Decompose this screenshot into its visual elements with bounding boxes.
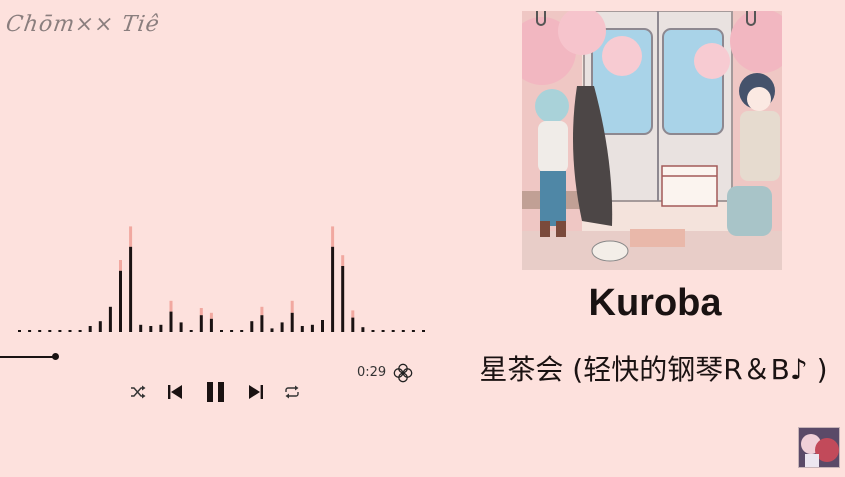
visualizer-peak <box>169 300 173 312</box>
thumbnail-image[interactable] <box>798 427 840 468</box>
visualizer-bar <box>391 330 395 332</box>
visualizer-bar <box>422 330 425 332</box>
visualizer-bar <box>108 306 112 332</box>
visualizer-bar <box>199 315 203 332</box>
visualizer-peak <box>351 310 355 318</box>
audio-visualizer <box>18 226 425 332</box>
visualizer-bar <box>98 321 102 332</box>
album-art <box>522 11 782 270</box>
visualizer-bar <box>331 246 335 332</box>
visualizer-bar <box>361 327 365 332</box>
visualizer-bar <box>129 246 133 332</box>
visualizer-bar <box>220 330 223 332</box>
visualizer-bar <box>58 330 62 332</box>
visualizer-bar <box>321 320 324 332</box>
playback-controls <box>128 380 308 404</box>
visualizer-bar <box>290 312 294 332</box>
visualizer-bar <box>411 330 415 332</box>
visualizer-peak <box>199 308 203 316</box>
visualizer-bar <box>351 317 355 332</box>
track-title: Kuroba <box>588 282 722 324</box>
visualizer-bar <box>371 330 375 332</box>
visualizer-bar <box>139 324 143 332</box>
visualizer-peak <box>341 255 345 266</box>
visualizer-bar <box>250 321 254 332</box>
repeat-icon[interactable] <box>284 385 300 399</box>
visualizer-peak <box>260 306 264 316</box>
visualizer-bar <box>119 270 122 332</box>
visualizer-peak <box>129 226 133 247</box>
visualizer-bar <box>159 324 163 332</box>
visualizer-bar <box>310 324 314 332</box>
visualizer-bar <box>28 330 32 332</box>
visualizer-peak <box>209 312 213 319</box>
pause-icon[interactable] <box>205 380 227 404</box>
visualizer-peak <box>290 300 294 313</box>
skip-next-icon[interactable] <box>248 384 264 400</box>
visualizer-bar <box>260 315 264 332</box>
skip-previous-icon[interactable] <box>167 384 183 400</box>
elapsed-time: 0:29 <box>357 365 387 380</box>
visualizer-bar <box>270 328 274 332</box>
visualizer-bar <box>401 330 405 332</box>
visualizer-bar <box>88 326 92 332</box>
visualizer-bar <box>240 330 244 332</box>
visualizer-bar <box>209 318 213 332</box>
progress-knob[interactable] <box>52 353 59 360</box>
visualizer-bar <box>280 322 284 332</box>
visualizer-bar <box>78 330 82 332</box>
visualizer-bar <box>300 326 304 332</box>
visualizer-bar <box>189 330 193 332</box>
clover-icon <box>392 362 414 384</box>
visualizer-bar <box>179 322 183 332</box>
visualizer-bar <box>68 330 72 332</box>
shuffle-icon[interactable] <box>130 385 146 399</box>
visualizer-bar <box>169 311 173 332</box>
visualizer-bar <box>18 330 21 332</box>
visualizer-bar <box>230 330 234 332</box>
visualizer-peak <box>119 260 122 271</box>
visualizer-peak <box>331 226 335 247</box>
track-artist: 星茶会 (轻快的钢琴R＆B♪ ) <box>479 353 828 386</box>
visualizer-bar <box>38 330 42 332</box>
visualizer-bar <box>149 326 153 332</box>
progress-bar[interactable] <box>0 356 56 358</box>
visualizer-bar <box>381 330 385 332</box>
visualizer-bar <box>48 330 52 332</box>
visualizer-bar <box>341 266 345 332</box>
